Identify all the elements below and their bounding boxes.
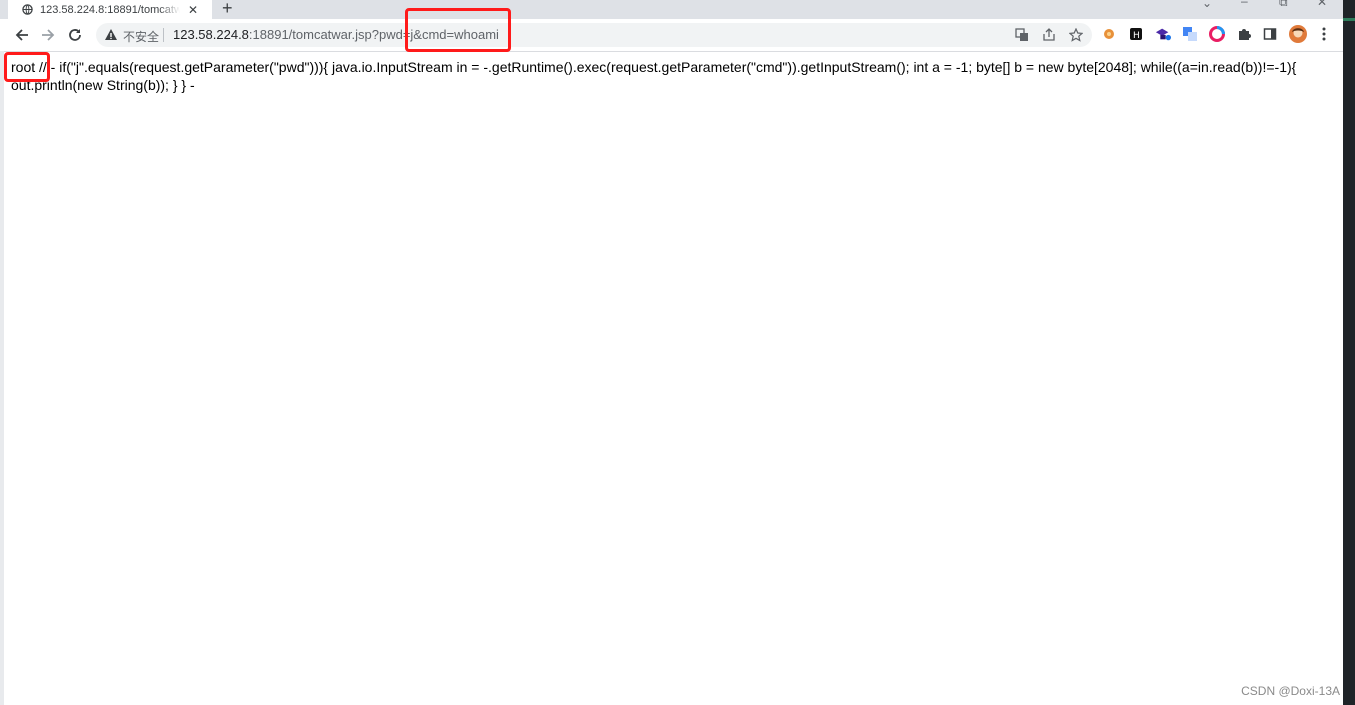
tab-title: 123.58.224.8:18891/tomcatwar.jsp?pwd=j&c… — [40, 3, 180, 16]
address-bar[interactable]: 不安全 123.58.224.8:18891/tomcatwar.jsp?pwd… — [96, 23, 1092, 47]
bookmark-star-icon[interactable] — [1068, 27, 1084, 43]
share-icon[interactable] — [1041, 27, 1057, 43]
page-output: root // - if("j".equals(request.getParam… — [11, 58, 1331, 94]
divider — [163, 28, 164, 42]
new-tab-button[interactable]: + — [222, 0, 233, 19]
cmd-param-highlight — [405, 8, 511, 52]
close-tab-icon[interactable]: ✕ — [188, 3, 198, 17]
globe-icon — [22, 4, 33, 15]
browser-toolbar: 不安全 123.58.224.8:18891/tomcatwar.jsp?pwd… — [0, 19, 1343, 52]
extension-translate-icon[interactable] — [1182, 26, 1198, 42]
extension-black-icon[interactable]: H — [1128, 26, 1144, 42]
profile-avatar[interactable] — [1288, 24, 1308, 44]
extension-purple-icon[interactable] — [1155, 26, 1171, 42]
extension-orange-icon[interactable] — [1101, 26, 1117, 42]
restore-icon[interactable]: ⧉ — [1279, 0, 1288, 10]
side-panel-icon[interactable] — [1262, 26, 1278, 42]
reload-icon[interactable] — [66, 26, 84, 44]
extension-color-wheel-icon[interactable] — [1209, 26, 1225, 42]
translate-icon[interactable] — [1014, 27, 1030, 43]
security-label[interactable]: 不安全 — [123, 28, 159, 45]
watermark: CSDN @Doxi-13A — [1241, 684, 1340, 698]
window-close-icon[interactable]: ✕ — [1317, 0, 1327, 9]
menu-kebab-icon[interactable] — [1316, 26, 1332, 42]
chevron-down-icon[interactable]: ⌄ — [1202, 0, 1212, 10]
screen-edge-accent — [1343, 18, 1355, 21]
puzzle-icon[interactable] — [1236, 26, 1252, 42]
url-host: 123.58.224.8 — [173, 27, 249, 42]
minimize-icon[interactable]: – — [1241, 0, 1248, 8]
tab-strip: 123.58.224.8:18891/tomcatwar.jsp?pwd=j&c… — [0, 0, 1343, 19]
window-border — [0, 51, 4, 705]
screen-edge — [1343, 0, 1355, 705]
back-icon[interactable] — [13, 26, 31, 44]
root-output-highlight — [4, 52, 50, 82]
jsp-source-text: // - if("j".equals(request.getParameter(… — [11, 59, 1297, 93]
forward-icon[interactable] — [39, 26, 57, 44]
browser-tab[interactable]: 123.58.224.8:18891/tomcatwar.jsp?pwd=j&c… — [8, 0, 212, 19]
warning-icon[interactable] — [104, 28, 118, 42]
svg-text:H: H — [1133, 31, 1140, 41]
